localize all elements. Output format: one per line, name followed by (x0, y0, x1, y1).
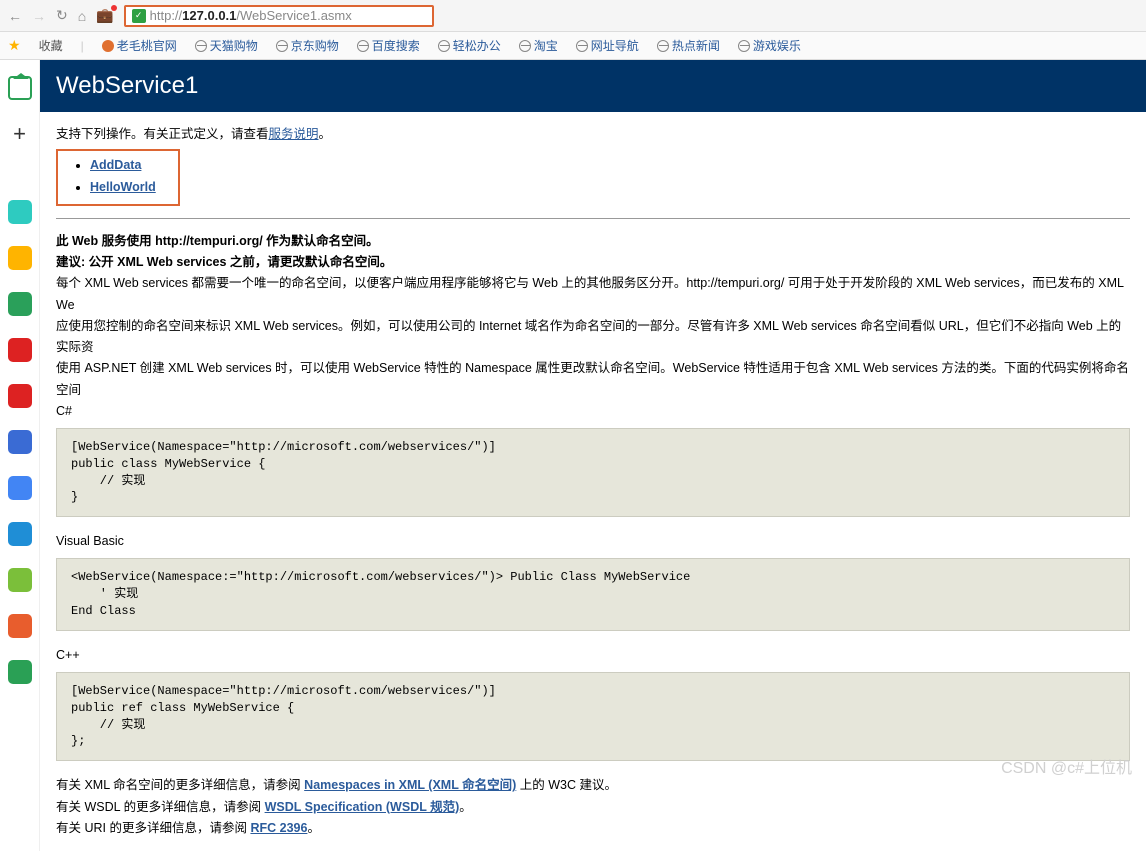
reference-line: 有关 WSDL 的更多详细信息，请参阅 WSDL Specification (… (56, 797, 1130, 818)
url-text: http://127.0.0.1/WebService1.asmx (150, 8, 352, 23)
bookmarks-bar: ★ 收藏 | 老毛桃官网 天猫购物 京东购物 百度搜索 轻松办公 淘宝 网址导航… (0, 32, 1146, 60)
advice-line: 建议: 公开 XML Web services 之前，请更改默认命名空间。 (56, 252, 1130, 273)
service-description-link[interactable]: 服务说明 (269, 127, 319, 141)
list-item: HelloWorld (90, 177, 156, 198)
rail-app-icon[interactable] (8, 568, 32, 592)
list-item: AddData (90, 155, 156, 176)
globe-icon (657, 40, 669, 52)
bookmark-item[interactable]: 老毛桃官网 (102, 37, 177, 54)
bookmark-item[interactable]: 游戏娱乐 (738, 37, 801, 54)
globe-icon (519, 40, 531, 52)
lang-label-cpp: C++ (56, 645, 1130, 666)
rail-app-icon[interactable] (8, 338, 32, 362)
favorites-label: 收藏 (39, 37, 63, 54)
bookmark-item[interactable]: 网址导航 (576, 37, 639, 54)
globe-icon (738, 40, 750, 52)
rail-app-icon[interactable] (8, 430, 32, 454)
browser-toolbar: ← → ↻ ⌂ 💼 ✓ http://127.0.0.1/WebService1… (0, 0, 1146, 32)
bookmark-item[interactable]: 天猫购物 (195, 37, 258, 54)
namespace-line: 此 Web 服务使用 http://tempuri.org/ 作为默认命名空间。 (56, 231, 1130, 252)
rail-app-icon[interactable] (8, 246, 32, 270)
operations-highlight: AddData HelloWorld (56, 149, 180, 206)
bookmark-item[interactable]: 百度搜索 (357, 37, 420, 54)
lang-label-cs: C# (56, 401, 1130, 422)
rail-app-icon[interactable] (8, 660, 32, 684)
watermark: CSDN @c#上位机 (1001, 754, 1132, 778)
namespaces-link[interactable]: Namespaces in XML (XML 命名空间) (304, 778, 516, 792)
code-block-cs: [WebService(Namespace="http://microsoft.… (56, 428, 1130, 517)
reference-line: 有关 URI 的更多详细信息，请参阅 RFC 2396。 (56, 818, 1130, 839)
rail-app-icon[interactable] (8, 614, 32, 638)
reference-line: 有关 XML 命名空间的更多详细信息，请参阅 Namespaces in XML… (56, 775, 1130, 796)
rail-app-icon[interactable] (8, 476, 32, 500)
divider (56, 218, 1130, 219)
side-rail: + (0, 60, 40, 851)
paragraph: 使用 ASP.NET 创建 XML Web services 时，可以使用 We… (56, 358, 1130, 401)
code-block-vb: <WebService(Namespace:="http://microsoft… (56, 558, 1130, 630)
url-bar[interactable]: ✓ http://127.0.0.1/WebService1.asmx (124, 5, 434, 27)
lang-label-vb: Visual Basic (56, 531, 1130, 552)
page-title: WebService1 (40, 60, 1146, 112)
star-icon[interactable]: ★ (8, 37, 21, 54)
rail-app-icon[interactable] (8, 522, 32, 546)
bookmark-item[interactable]: 淘宝 (519, 37, 558, 54)
bookmark-item[interactable]: 热点新闻 (657, 37, 720, 54)
shield-icon: ✓ (132, 9, 146, 23)
operation-link-adddata[interactable]: AddData (90, 158, 141, 172)
rail-home-icon[interactable] (8, 76, 32, 100)
globe-icon (357, 40, 369, 52)
intro-line: 支持下列操作。有关正式定义，请查看服务说明。 (56, 124, 1130, 145)
globe-icon (195, 40, 207, 52)
home-button[interactable]: ⌂ (78, 8, 86, 24)
rail-plus-icon[interactable]: + (8, 122, 32, 146)
paragraph: 每个 XML Web services 都需要一个唯一的命名空间，以便客户端应用… (56, 273, 1130, 316)
forward-button[interactable]: → (32, 8, 46, 24)
globe-icon (576, 40, 588, 52)
globe-icon (276, 40, 288, 52)
code-block-cpp: [WebService(Namespace="http://microsoft.… (56, 672, 1130, 761)
paragraph: 应使用您控制的命名空间来标识 XML Web services。例如，可以使用公… (56, 316, 1130, 359)
rail-app-icon[interactable] (8, 200, 32, 224)
operation-link-helloworld[interactable]: HelloWorld (90, 180, 156, 194)
rail-app-icon[interactable] (8, 292, 32, 316)
rfc-link[interactable]: RFC 2396 (250, 821, 307, 835)
bag-icon[interactable]: 💼 (96, 7, 113, 24)
rail-app-icon[interactable] (8, 384, 32, 408)
back-button[interactable]: ← (8, 8, 22, 24)
wsdl-link[interactable]: WSDL Specification (WSDL 规范) (265, 800, 460, 814)
peach-icon (102, 40, 114, 52)
bookmark-item[interactable]: 轻松办公 (438, 37, 501, 54)
globe-icon (438, 40, 450, 52)
refresh-button[interactable]: ↻ (56, 7, 68, 24)
main-content: WebService1 支持下列操作。有关正式定义，请查看服务说明。 AddDa… (40, 60, 1146, 851)
bookmark-item[interactable]: 京东购物 (276, 37, 339, 54)
